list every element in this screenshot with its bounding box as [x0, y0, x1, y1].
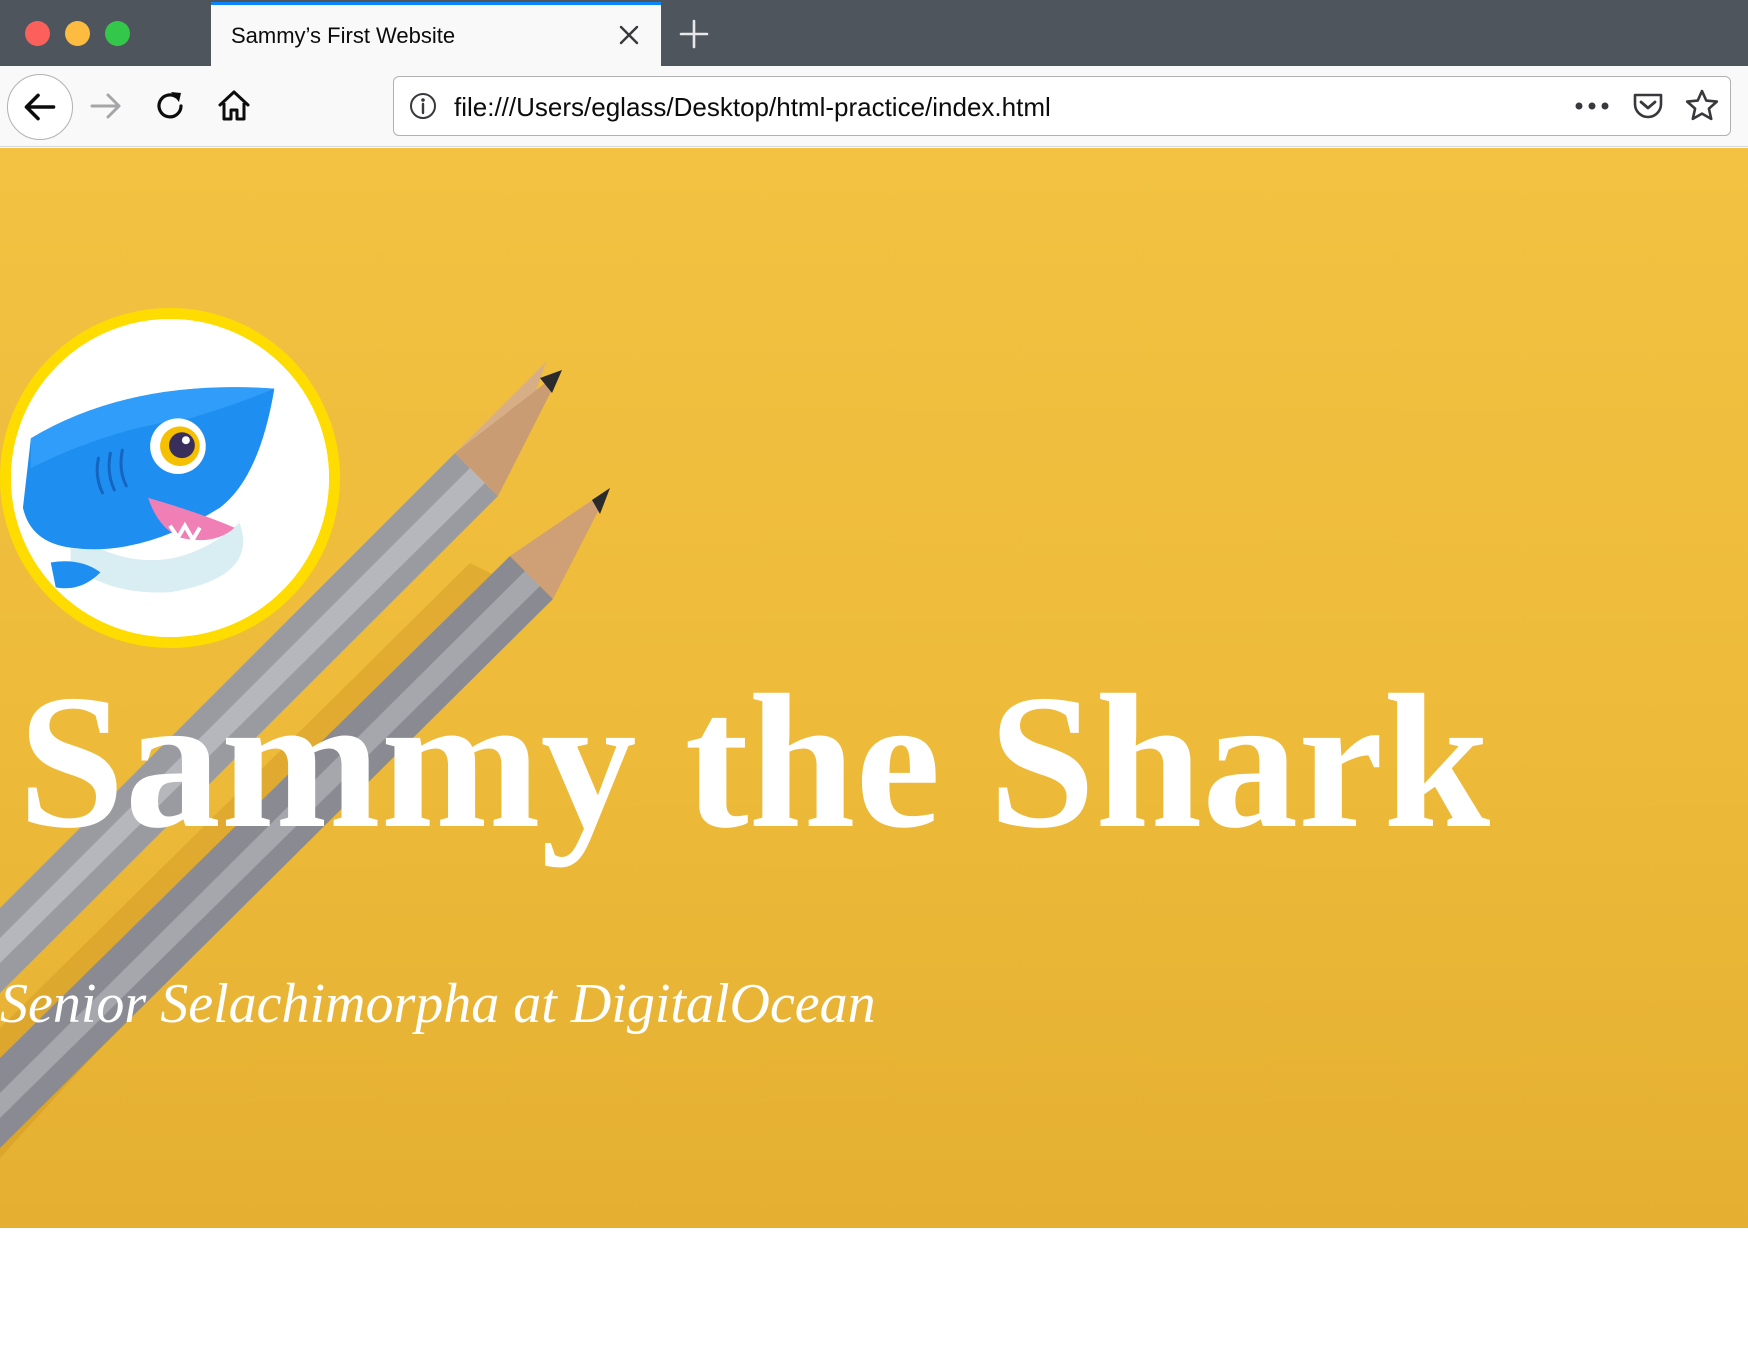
tab-active[interactable]: Sammy’s First Website — [211, 2, 661, 66]
close-window-button[interactable] — [25, 21, 50, 46]
page-title: Sammy the Shark — [18, 655, 1491, 868]
shark-avatar — [0, 308, 340, 648]
plus-icon[interactable] — [678, 18, 710, 50]
zoom-window-button[interactable] — [105, 21, 130, 46]
shark-icon — [11, 319, 329, 637]
minimize-window-button[interactable] — [65, 21, 90, 46]
tab-title: Sammy’s First Website — [231, 23, 456, 48]
page-subtitle: Senior Selachimorpha at DigitalOcean — [0, 973, 876, 1035]
hero-section: Sammy the Shark Senior Selachimorpha at … — [0, 148, 1748, 1228]
back-button[interactable] — [7, 74, 73, 140]
browser-titlebar: Sammy’s First Website — [0, 0, 1748, 66]
reload-icon[interactable] — [152, 88, 188, 124]
pocket-icon[interactable] — [1631, 89, 1665, 123]
forward-arrow-icon[interactable] — [88, 88, 124, 124]
url-bar[interactable]: file:///Users/eglass/Desktop/html-practi… — [393, 76, 1731, 136]
home-icon[interactable] — [216, 88, 252, 124]
browser-toolbar: file:///Users/eglass/Desktop/html-practi… — [0, 66, 1748, 147]
info-icon[interactable] — [408, 91, 438, 121]
close-icon[interactable] — [617, 23, 641, 47]
back-arrow-icon — [24, 93, 56, 121]
star-icon[interactable] — [1684, 88, 1720, 124]
more-horizontal-icon[interactable] — [1572, 93, 1612, 119]
url-text[interactable]: file:///Users/eglass/Desktop/html-practi… — [454, 92, 1051, 123]
